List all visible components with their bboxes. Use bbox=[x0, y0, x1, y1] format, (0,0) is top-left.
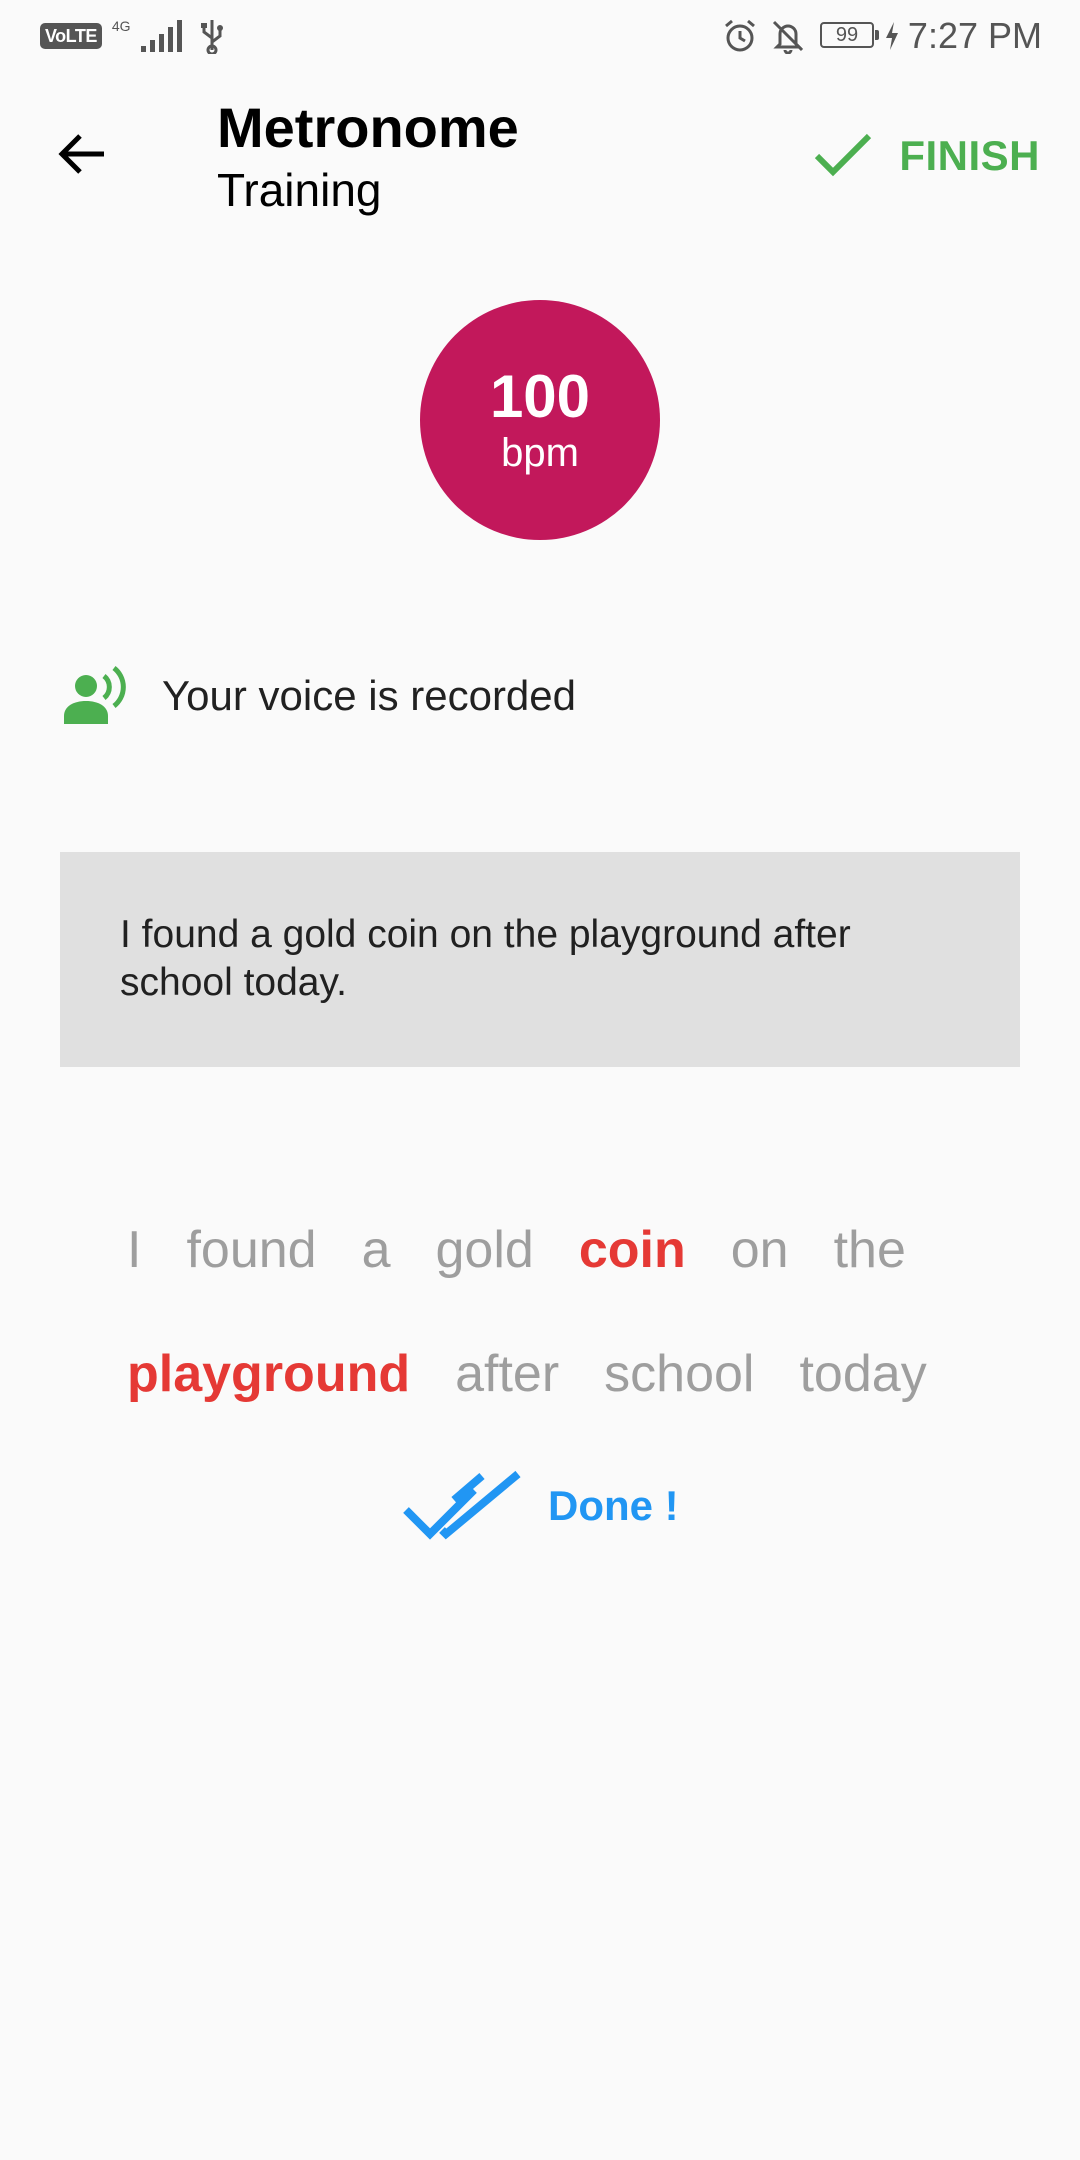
word: after bbox=[455, 1345, 560, 1403]
voice-status: Your voice is recorded bbox=[60, 660, 576, 732]
volte-badge: VoLTE bbox=[40, 23, 102, 49]
alarm-icon bbox=[725, 19, 755, 52]
page-title: Metronome bbox=[217, 96, 519, 159]
page-subtitle: Training bbox=[217, 164, 382, 216]
network-type: 4G bbox=[111, 18, 131, 34]
word-highlighted: playground bbox=[127, 1345, 411, 1403]
sentence-text: I found a gold coin on the playground af… bbox=[120, 913, 851, 1004]
bpm-unit: bpm bbox=[501, 431, 579, 475]
charging-icon bbox=[886, 22, 898, 50]
status-right: 99 7:27 PM bbox=[720, 14, 1080, 58]
done-indicator: Done ! bbox=[402, 1470, 679, 1542]
bell-off-icon bbox=[772, 20, 804, 54]
battery-icon: 99 bbox=[820, 22, 879, 48]
word: on bbox=[730, 1221, 789, 1279]
finish-label: FINISH bbox=[899, 132, 1040, 179]
check-icon bbox=[815, 133, 872, 177]
word-progress: I found a gold coin on the playground af… bbox=[127, 1212, 987, 1460]
finish-button[interactable]: FINISH bbox=[813, 124, 1040, 188]
done-label: Done ! bbox=[548, 1482, 679, 1529]
voice-recording-icon bbox=[64, 666, 126, 724]
word: I bbox=[127, 1221, 142, 1279]
status-left: VoLTE 4G bbox=[40, 18, 225, 54]
word-line-2: playground after school today bbox=[127, 1336, 987, 1412]
double-check-icon bbox=[403, 1470, 521, 1540]
voice-status-text: Your voice is recorded bbox=[162, 672, 577, 719]
clock: 7:27 PM bbox=[907, 15, 1042, 56]
signal-icon bbox=[140, 20, 182, 52]
bpm-value: 100 bbox=[489, 363, 591, 430]
status-bar: VoLTE 4G 99 7:27 PM bbox=[0, 0, 1080, 72]
word: gold bbox=[435, 1221, 534, 1279]
word: school bbox=[604, 1345, 755, 1403]
bpm-indicator[interactable]: 100 bpm bbox=[420, 300, 660, 540]
word: today bbox=[799, 1345, 927, 1403]
word: found bbox=[186, 1221, 317, 1279]
arrow-back-icon bbox=[58, 134, 104, 174]
word-highlighted: coin bbox=[578, 1221, 686, 1279]
back-button[interactable] bbox=[40, 112, 124, 196]
usb-icon bbox=[200, 20, 223, 54]
word: the bbox=[833, 1221, 906, 1279]
word: a bbox=[361, 1221, 391, 1279]
word-line-1: I found a gold coin on the bbox=[127, 1212, 987, 1288]
sentence-card: I found a gold coin on the playground af… bbox=[60, 852, 1020, 1067]
